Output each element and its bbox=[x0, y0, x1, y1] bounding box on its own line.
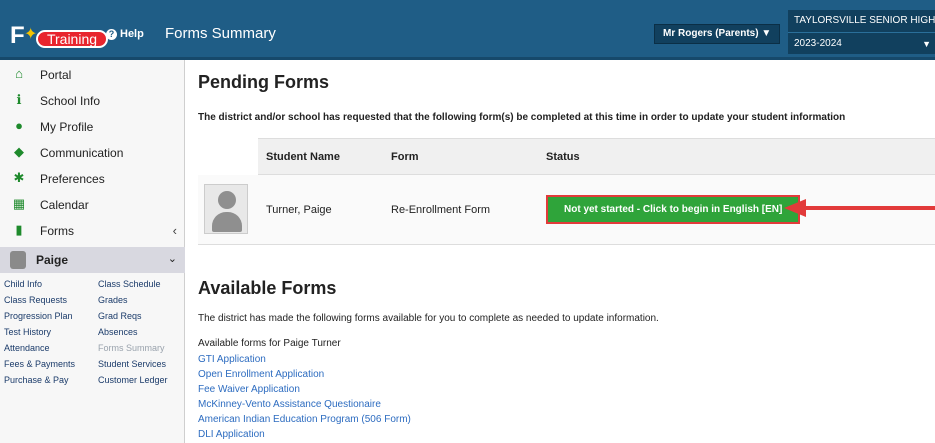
gear-icon: ✱ bbox=[13, 170, 25, 185]
form-link-gti[interactable]: GTI Application bbox=[198, 354, 411, 369]
main-content: Pending Forms The district and/or school… bbox=[186, 60, 935, 443]
sidebar-item-communication[interactable]: ◆ Communication bbox=[0, 140, 185, 166]
column-header-form: Form bbox=[383, 138, 538, 175]
chevron-left-icon: ‹ bbox=[172, 223, 177, 238]
page-title: Forms Summary bbox=[165, 25, 276, 42]
logo-letter: F bbox=[10, 22, 25, 49]
sidebar-item-school-info[interactable]: ℹ School Info bbox=[0, 88, 185, 114]
help-link[interactable]: ? Help bbox=[106, 28, 144, 40]
sidebar-item-calendar[interactable]: ▦ Calendar bbox=[0, 192, 185, 218]
sidebar-item-label: Forms bbox=[40, 224, 74, 238]
sidebar-item-portal[interactable]: ⌂ Portal bbox=[0, 62, 185, 88]
begin-form-button[interactable]: Not yet started - Click to begin in Engl… bbox=[546, 195, 801, 224]
training-badge: Training bbox=[36, 30, 108, 48]
link-purchase-pay[interactable]: Purchase & Pay bbox=[4, 375, 69, 385]
red-arrow-icon bbox=[784, 199, 935, 217]
sidebar-item-my-profile[interactable]: ● My Profile bbox=[0, 114, 185, 140]
help-icon: ? bbox=[106, 29, 117, 40]
focus-logo[interactable]: F ✦ Training bbox=[10, 22, 108, 50]
sidebar-item-label: Communication bbox=[40, 146, 124, 160]
sidebar-item-label: Portal bbox=[40, 68, 72, 82]
form-link-american-indian[interactable]: American Indian Education Program (506 F… bbox=[198, 414, 411, 429]
calendar-icon: ▦ bbox=[12, 196, 26, 211]
sidebar: ⌂ Portal ℹ School Info ● My Profile ◆ Co… bbox=[0, 60, 185, 443]
sidebar-item-label: Preferences bbox=[40, 172, 105, 186]
home-icon: ⌂ bbox=[15, 66, 23, 81]
student-name: Paige bbox=[36, 253, 69, 267]
sidebar-item-forms[interactable]: ▮ Forms ‹ bbox=[0, 218, 185, 244]
user-icon: ● bbox=[15, 118, 23, 133]
sidebar-item-preferences[interactable]: ✱ Preferences bbox=[0, 166, 185, 192]
sidebar-item-label: School Info bbox=[40, 94, 101, 108]
link-attendance[interactable]: Attendance bbox=[4, 343, 50, 353]
link-progression-plan[interactable]: Progression Plan bbox=[4, 311, 73, 321]
chevron-down-icon: ⌄ bbox=[167, 253, 177, 265]
form-link-dli[interactable]: DLI Application bbox=[198, 429, 411, 443]
form-link-mckinney-vento[interactable]: McKinney-Vento Assistance Questionaire bbox=[198, 399, 411, 414]
student-name-cell: Turner, Paige bbox=[258, 174, 383, 245]
table-header-row: Student Name Form Status bbox=[198, 138, 935, 175]
link-customer-ledger[interactable]: Customer Ledger bbox=[98, 375, 168, 385]
pending-intro: The district and/or school has requested… bbox=[198, 112, 846, 123]
caret-down-icon: ▼ bbox=[761, 28, 772, 39]
caret-down-icon: ▼ bbox=[922, 39, 931, 49]
student-menu-header[interactable]: Paige ⌄ bbox=[0, 247, 185, 273]
link-class-schedule[interactable]: Class Schedule bbox=[98, 279, 161, 289]
link-class-requests[interactable]: Class Requests bbox=[4, 295, 67, 305]
available-forms-for-label: Available forms for Paige Turner bbox=[198, 338, 341, 349]
top-bar: F ✦ Training ? Help Forms Summary Mr Roge… bbox=[0, 0, 935, 60]
link-child-info[interactable]: Child Info bbox=[4, 279, 42, 289]
year-label: 2023-2024 bbox=[794, 38, 842, 49]
link-test-history[interactable]: Test History bbox=[4, 327, 51, 337]
help-label: Help bbox=[120, 28, 144, 40]
link-grades[interactable]: Grades bbox=[98, 295, 128, 305]
photo-column-header bbox=[198, 138, 258, 175]
pending-forms-title: Pending Forms bbox=[198, 72, 330, 92]
sidebar-item-label: My Profile bbox=[40, 120, 94, 134]
sidebar-item-label: Calendar bbox=[40, 198, 89, 212]
available-intro: The district has made the following form… bbox=[198, 313, 659, 324]
year-selector[interactable]: 2023-2024 ▼ bbox=[788, 32, 935, 54]
form-link-open-enrollment[interactable]: Open Enrollment Application bbox=[198, 369, 411, 384]
form-link-fee-waiver[interactable]: Fee Waiver Application bbox=[198, 384, 411, 399]
user-menu-button[interactable]: Mr Rogers (Parents) ▼ bbox=[654, 24, 781, 44]
school-selector[interactable]: TAYLORSVILLE SENIOR HIGH bbox=[788, 10, 935, 32]
user-label: Mr Rogers (Parents) bbox=[663, 28, 759, 39]
column-header-student: Student Name bbox=[258, 138, 383, 175]
chat-icon: ◆ bbox=[14, 144, 24, 159]
photo-cell bbox=[198, 174, 258, 245]
link-grad-reqs[interactable]: Grad Reqs bbox=[98, 311, 142, 321]
link-student-services[interactable]: Student Services bbox=[98, 359, 166, 369]
link-forms-summary: Forms Summary bbox=[98, 343, 165, 353]
form-name-cell: Re-Enrollment Form bbox=[383, 174, 538, 245]
available-forms-list: Available forms for Paige Turner GTI App… bbox=[198, 338, 411, 443]
file-icon: ▮ bbox=[15, 222, 23, 237]
pending-forms-table: Student Name Form Status Turner, Paige R… bbox=[198, 138, 935, 245]
avatar bbox=[10, 251, 26, 269]
link-fees-payments[interactable]: Fees & Payments bbox=[4, 359, 75, 369]
available-forms-title: Available Forms bbox=[198, 278, 337, 298]
column-header-status: Status bbox=[538, 138, 935, 175]
link-absences[interactable]: Absences bbox=[98, 327, 138, 337]
info-icon: ℹ bbox=[16, 92, 22, 107]
student-photo bbox=[204, 184, 248, 235]
